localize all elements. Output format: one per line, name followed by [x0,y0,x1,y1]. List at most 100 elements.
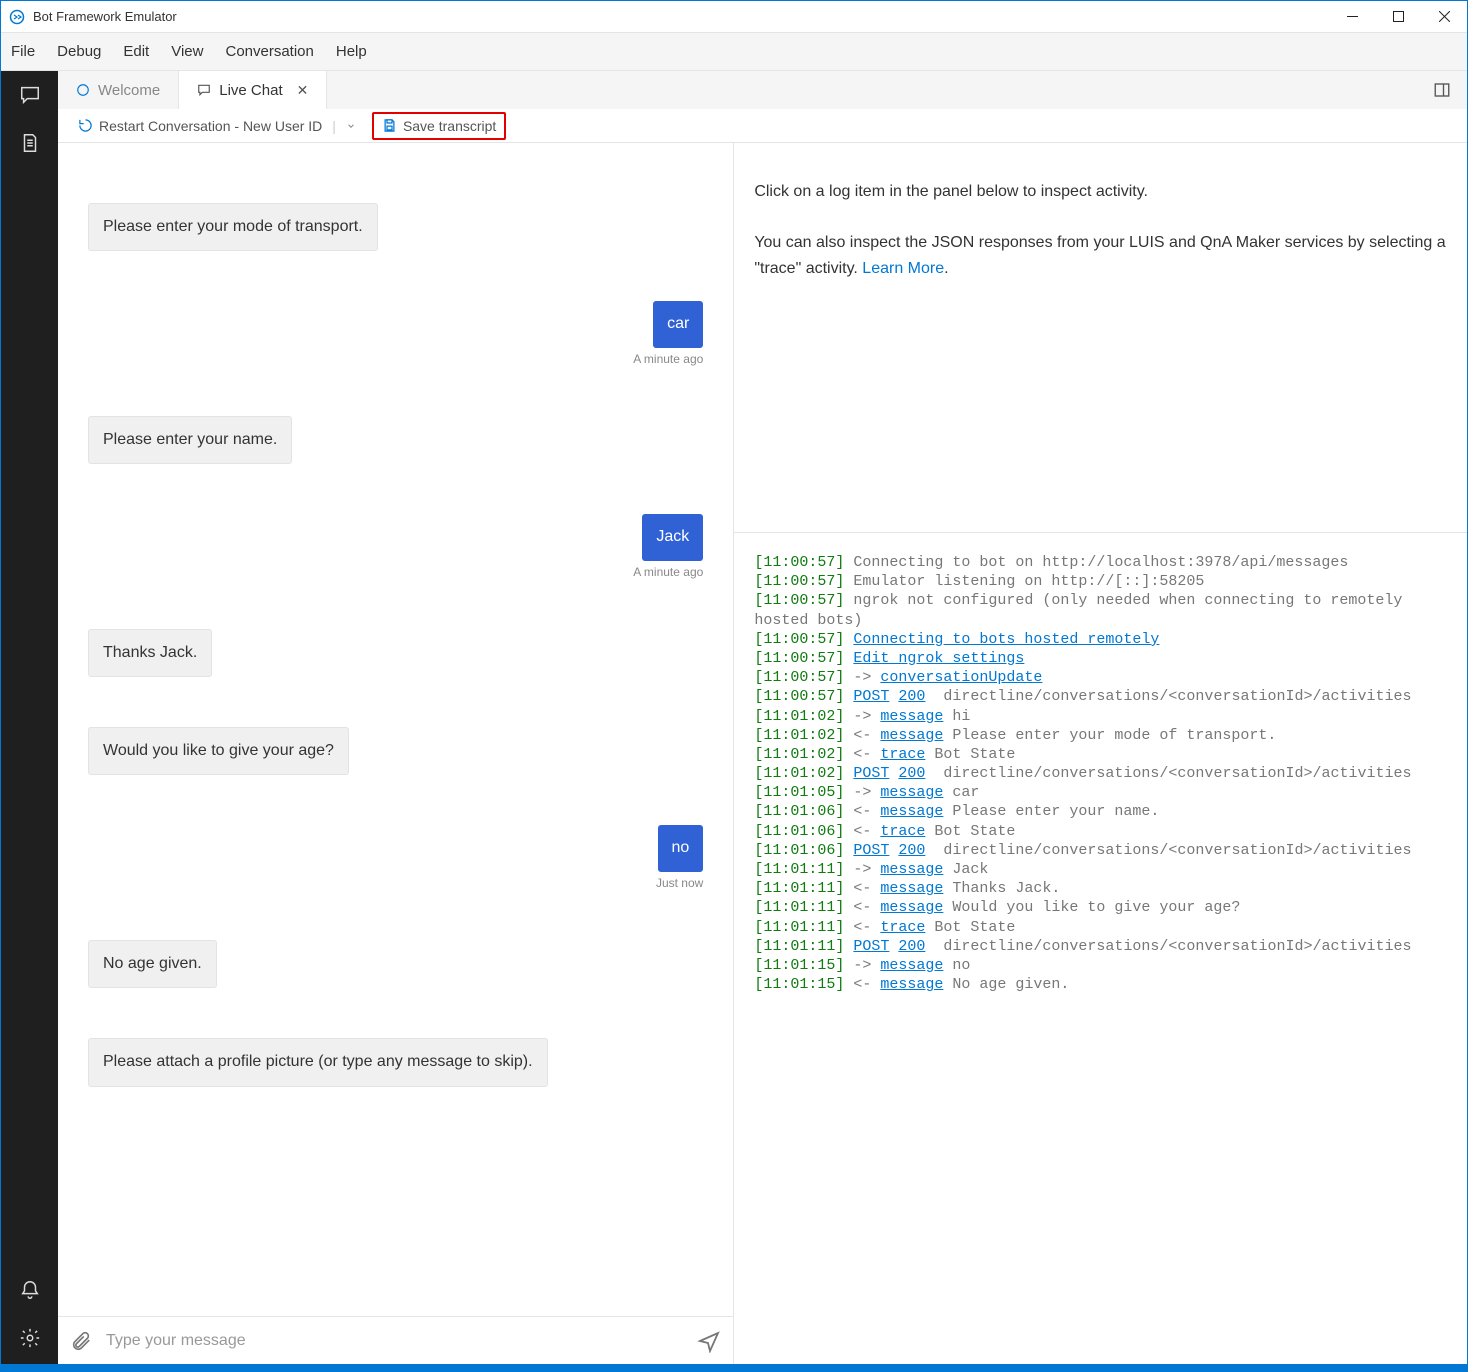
chat-message: No age given. [88,940,703,988]
tab-welcome-label: Welcome [98,82,160,99]
log-link[interactable]: message [880,784,943,801]
app-window: Bot Framework Emulator File Debug Edit V… [0,0,1468,1372]
chat-message: Please attach a profile picture (or type… [88,1038,703,1086]
log-link[interactable]: message [880,976,943,993]
menu-help[interactable]: Help [336,43,367,60]
chat-icon[interactable] [18,83,42,107]
log-line[interactable]: [11:00:57] Connecting to bot on http://l… [754,553,1447,572]
chat-bubble-icon [197,83,211,97]
log-line[interactable]: [11:01:11] <- message Thanks Jack. [754,879,1447,898]
log-line[interactable]: [11:01:02] <- trace Bot State [754,745,1447,764]
log-line[interactable]: [11:01:11] POST 200 directline/conversat… [754,937,1447,956]
document-icon[interactable] [18,131,42,155]
log-link[interactable]: message [880,899,943,916]
maximize-button[interactable] [1375,1,1421,33]
titlebar: Bot Framework Emulator [1,1,1467,33]
gear-icon[interactable] [18,1326,42,1350]
inspector-panel: Click on a log item in the panel below t… [734,143,1467,533]
user-bubble[interactable]: no [658,825,704,871]
log-link[interactable]: Edit ngrok settings [853,650,1024,667]
log-line[interactable]: [11:01:11] <- trace Bot State [754,918,1447,937]
bot-bubble[interactable]: Please enter your mode of transport. [88,203,378,251]
log-link[interactable]: POST [853,765,889,782]
restart-conversation-button[interactable]: Restart Conversation - New User ID | [78,118,356,134]
log-link[interactable]: 200 [898,688,925,705]
bot-bubble[interactable]: Please attach a profile picture (or type… [88,1038,548,1086]
log-line[interactable]: [11:01:15] -> message no [754,956,1447,975]
save-label: Save transcript [403,118,496,134]
close-icon[interactable]: ✕ [297,82,309,99]
user-bubble[interactable]: car [653,301,703,347]
bell-icon[interactable] [18,1278,42,1302]
bot-bubble[interactable]: Would you like to give your age? [88,727,349,775]
log-link[interactable]: POST [853,688,889,705]
log-line[interactable]: [11:00:57] Emulator listening on http://… [754,572,1447,591]
log-link[interactable]: POST [853,842,889,859]
log-line[interactable]: [11:01:11] <- message Would you like to … [754,898,1447,917]
log-link[interactable]: message [880,861,943,878]
log-line[interactable]: [11:00:57] Connecting to bots hosted rem… [754,630,1447,649]
log-line[interactable]: [11:01:11] -> message Jack [754,860,1447,879]
log-link[interactable]: trace [880,919,925,936]
log-link[interactable]: conversationUpdate [880,669,1042,686]
right-column: Click on a log item in the panel below t… [734,143,1467,1364]
chat-message: Please enter your name. [88,416,703,464]
bot-bubble[interactable]: No age given. [88,940,217,988]
menu-file[interactable]: File [11,43,35,60]
log-line[interactable]: [11:01:05] -> message car [754,783,1447,802]
log-line[interactable]: [11:00:57] Edit ngrok settings [754,649,1447,668]
log-link[interactable]: message [880,880,943,897]
log-link[interactable]: Connecting to bots hosted remotely [853,631,1159,648]
log-line[interactable]: [11:01:06] <- message Please enter your … [754,802,1447,821]
close-button[interactable] [1421,1,1467,33]
status-bar [1,1364,1467,1371]
attach-icon[interactable] [70,1330,92,1352]
app-icon [9,9,25,25]
log-link[interactable]: message [880,957,943,974]
log-link[interactable]: 200 [898,938,925,955]
layout-toggle-icon[interactable] [1417,71,1467,109]
tab-livechat-label: Live Chat [219,82,282,99]
log-line[interactable]: [11:01:15] <- message No age given. [754,975,1447,994]
message-input[interactable] [106,1332,683,1350]
log-line[interactable]: [11:00:57] POST 200 directline/conversat… [754,687,1447,706]
menu-conversation[interactable]: Conversation [225,43,313,60]
log-line[interactable]: [11:01:02] <- message Please enter your … [754,726,1447,745]
log-line[interactable]: [11:00:57] -> conversationUpdate [754,668,1447,687]
log-link[interactable]: trace [880,746,925,763]
bot-bubble[interactable]: Thanks Jack. [88,629,212,677]
learn-more-link[interactable]: Learn More [862,260,944,277]
bot-bubble[interactable]: Please enter your name. [88,416,292,464]
tabbar: Welcome Live Chat ✕ [58,71,1467,109]
log-link[interactable]: trace [880,823,925,840]
send-icon[interactable] [697,1329,721,1353]
log-link[interactable]: message [880,708,943,725]
log-line[interactable]: [11:01:02] -> message hi [754,707,1447,726]
chat-scroll[interactable]: Please enter your mode of transport.carA… [58,143,733,1316]
chat-message: Would you like to give your age? [88,727,703,775]
chat-message: Thanks Jack. [88,629,703,677]
user-bubble[interactable]: Jack [642,514,703,560]
restart-label: Restart Conversation - New User ID [99,118,322,134]
menu-view[interactable]: View [171,43,203,60]
log-link[interactable]: 200 [898,765,925,782]
window-buttons [1329,1,1467,33]
minimize-button[interactable] [1329,1,1375,33]
log-line[interactable]: [11:01:06] <- trace Bot State [754,822,1447,841]
log-line[interactable]: [11:01:06] POST 200 directline/conversat… [754,841,1447,860]
log-link[interactable]: message [880,803,943,820]
log-link[interactable]: 200 [898,842,925,859]
log-line[interactable]: [11:01:02] POST 200 directline/conversat… [754,764,1447,783]
log-line[interactable]: [11:00:57] ngrok not configured (only ne… [754,591,1447,629]
inspector-line2: You can also inspect the JSON responses … [754,230,1447,281]
menu-debug[interactable]: Debug [57,43,101,60]
save-transcript-button[interactable]: Save transcript [372,112,506,140]
log-pane[interactable]: [11:00:57] Connecting to bot on http://l… [734,533,1467,1364]
log-link[interactable]: POST [853,938,889,955]
chevron-down-icon[interactable] [346,121,356,131]
menu-edit[interactable]: Edit [123,43,149,60]
log-link[interactable]: message [880,727,943,744]
tab-welcome[interactable]: Welcome [58,71,179,109]
tab-livechat[interactable]: Live Chat ✕ [179,71,327,109]
main: Welcome Live Chat ✕ [58,71,1467,1364]
